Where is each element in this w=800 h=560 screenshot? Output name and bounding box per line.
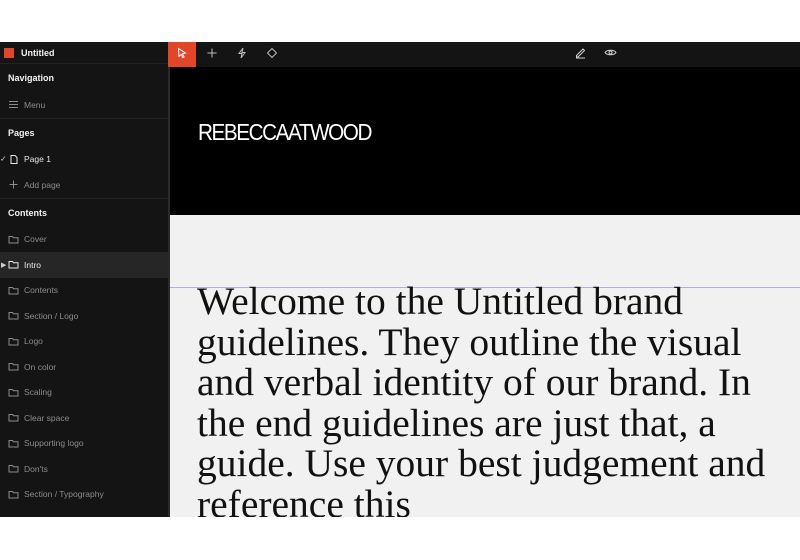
sidebar: Untitled Navigation Menu Pages ✓ Page 1 …	[0, 42, 168, 517]
folder-icon	[8, 361, 19, 372]
component-tool-button[interactable]	[258, 42, 286, 67]
folder-icon	[8, 463, 19, 474]
sidebar-item-scaling[interactable]: Scaling	[0, 380, 168, 406]
navigation-section-header: Navigation	[8, 73, 55, 83]
sidebar-item-label: Section / Logo	[24, 310, 79, 321]
sidebar-item-menu[interactable]: Menu	[0, 92, 168, 118]
checkmark-icon: ✓	[0, 154, 7, 164]
app-window: Untitled Navigation Menu Pages ✓ Page 1 …	[0, 42, 800, 517]
folder-icon	[8, 259, 19, 270]
sidebar-item-section-logo[interactable]: Section / Logo	[0, 303, 168, 329]
sidebar-item-page-1[interactable]: ✓ Page 1	[0, 147, 168, 173]
sidebar-item-label: Supporting logo	[24, 438, 84, 449]
plus-icon	[8, 179, 19, 190]
select-tool-button[interactable]	[168, 42, 196, 67]
folder-icon	[8, 310, 19, 321]
sidebar-item-label: Contents	[24, 285, 59, 296]
app-header: Untitled	[0, 42, 168, 64]
preview-button[interactable]	[596, 42, 624, 67]
folder-icon	[8, 285, 19, 296]
sidebar-item-cover[interactable]: Cover	[0, 227, 168, 253]
add-page-label: Add page	[24, 179, 61, 190]
sidebar-item-clear-space[interactable]: Clear space	[0, 405, 168, 431]
add-icon	[206, 46, 218, 64]
sidebar-item-label: Scaling	[24, 387, 52, 398]
contents-section-header: Contents	[0, 197, 168, 227]
pages-section-header: Pages	[0, 117, 168, 147]
add-page-button[interactable]: Add page	[0, 172, 168, 198]
interaction-tool-button[interactable]	[228, 42, 256, 67]
folder-icon	[8, 489, 19, 500]
sidebar-item-label: Menu	[24, 99, 46, 110]
sidebar-item-supporting-logo[interactable]: Supporting logo	[0, 431, 168, 457]
sidebar-item-label: Don'ts	[24, 463, 48, 474]
app-title: Untitled	[21, 47, 55, 58]
component-icon	[266, 46, 278, 64]
sidebar-item-logo[interactable]: Logo	[0, 329, 168, 355]
sidebar-item-section-typography[interactable]: Section / Typography	[0, 482, 168, 508]
brand-logo-text: REBECCAATWOOD	[198, 119, 372, 145]
folder-icon	[8, 438, 19, 449]
add-element-button[interactable]	[198, 42, 226, 67]
page-icon	[8, 154, 19, 165]
toolbar	[168, 42, 800, 67]
folder-icon	[8, 234, 19, 245]
sidebar-item-label: Page 1	[24, 154, 51, 165]
folder-icon	[8, 387, 19, 398]
sidebar-item-label: On color	[24, 361, 57, 372]
edit-icon	[574, 46, 587, 64]
app-logo-icon	[4, 47, 14, 58]
select-tool-icon	[176, 46, 188, 64]
intro-paragraph[interactable]: Welcome to the Untitled brand guidelines…	[197, 281, 800, 517]
sidebar-item-label: Intro	[24, 259, 42, 270]
sidebar-item-on-color[interactable]: On color	[0, 354, 168, 380]
canvas-text-block[interactable]: Welcome to the Untitled brand guidelines…	[170, 215, 800, 517]
sidebar-item-label: Logo	[24, 336, 43, 347]
sidebar-item-intro[interactable]: ▶ Intro	[0, 252, 168, 278]
interaction-icon	[236, 46, 248, 64]
sidebar-item-label: Section / Typography	[24, 489, 104, 500]
edit-button[interactable]	[566, 42, 594, 67]
folder-icon	[8, 412, 19, 423]
sidebar-item-contents[interactable]: Contents	[0, 278, 168, 304]
caret-right-icon: ▶	[1, 261, 7, 269]
folder-icon	[8, 336, 19, 347]
sidebar-item-label: Cover	[24, 234, 47, 245]
canvas-header-block[interactable]: REBECCAATWOOD	[170, 67, 800, 215]
sidebar-item-donts[interactable]: Don'ts	[0, 456, 168, 482]
menu-icon	[8, 99, 19, 110]
preview-eye-icon	[603, 46, 617, 64]
sidebar-item-label: Clear space	[24, 412, 70, 423]
